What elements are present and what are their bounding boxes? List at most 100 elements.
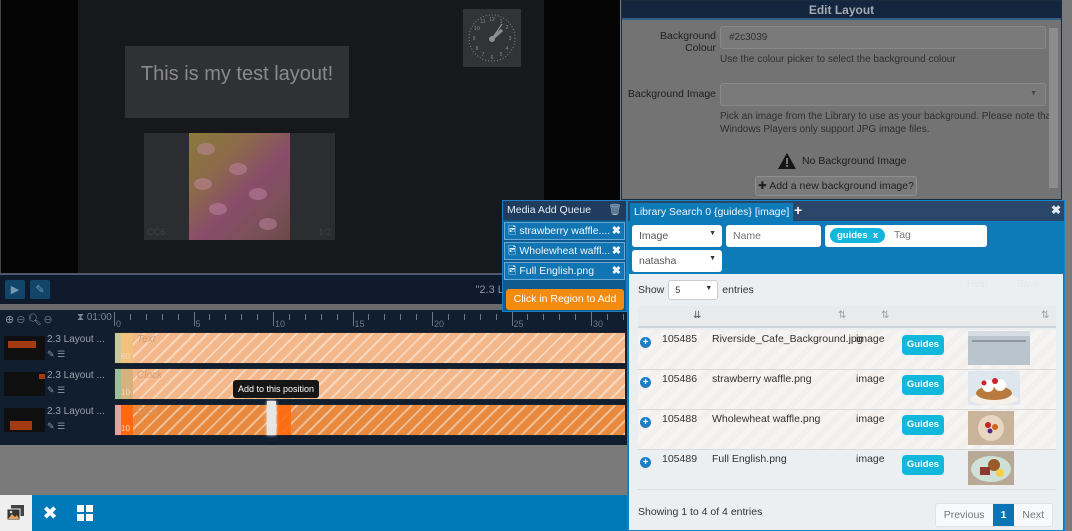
list-icon[interactable]: ☰ — [57, 385, 65, 395]
toolbar-tools-button[interactable]: ✖ — [34, 495, 66, 531]
zoom-fit-icon[interactable]: ⊖ — [43, 313, 52, 326]
ruler-tick — [352, 312, 354, 326]
add-to-queue-icon[interactable]: + — [640, 457, 651, 468]
sort-icon[interactable]: ⇅ — [881, 310, 889, 321]
widget-label[interactable]: CC6 — [137, 406, 157, 417]
tag-filter-input[interactable]: guides x Tag — [825, 225, 987, 247]
ruler-tick — [543, 314, 545, 320]
tab-library-search[interactable]: Library Search 0 {guides} [image] — [630, 203, 794, 221]
table-row[interactable]: + 105486 strawberry waffle.png image Gui… — [638, 370, 1056, 410]
trash-icon[interactable]: 🗑 — [608, 201, 622, 220]
table-row[interactable]: + 105489 Full English.png image Guides — [638, 450, 1056, 490]
page-length-select[interactable]: 5 ▼ — [668, 280, 719, 300]
layout-canvas[interactable]: This is my test layout! 12 1 2 3 4567 8 9 10 1… — [78, 0, 544, 273]
timeline-row[interactable]: 2.3 Layout ... ✎ ☰ 10 CC6 F7 — [0, 403, 628, 437]
region-image[interactable]: CC6 1/2 — [144, 133, 335, 240]
edit-icon[interactable]: ✎ — [47, 385, 55, 395]
list-icon[interactable]: ☰ — [57, 421, 65, 431]
add-bg-image-button[interactable]: ✚ Add a new background image? — [755, 176, 917, 196]
insert-position-marker[interactable] — [267, 401, 276, 435]
ruler-tick — [161, 314, 163, 320]
media-type: image — [856, 453, 885, 465]
type-filter-select[interactable]: Image ▼ — [632, 225, 722, 247]
edit-panel-scrollbar[interactable] — [1049, 28, 1058, 188]
ruler-tick — [606, 314, 608, 320]
click-region-to-add-button[interactable]: Click in Region to Add — [506, 289, 624, 310]
region-text[interactable]: This is my test layout! — [125, 46, 349, 118]
table-row[interactable]: + 105488 Wholewheat waffle.png image Gui… — [638, 410, 1056, 450]
timeline-row[interactable]: 2.3 Layout ... ✎ ☰ 60 Text — [0, 331, 628, 365]
add-to-queue-icon[interactable]: + — [640, 377, 651, 388]
zoom-out-icon[interactable]: ⊖ — [16, 313, 25, 326]
region-track[interactable]: 60 Text — [114, 332, 626, 364]
next-page-button[interactable]: Next — [1014, 504, 1052, 526]
library-search-panel: Library Search 0 {guides} [image] + ✖ Im… — [627, 200, 1065, 531]
media-thumbnail — [968, 451, 1014, 485]
region-track[interactable]: 10 Clock — [114, 368, 626, 400]
toolbar-library-button[interactable] — [0, 495, 32, 531]
ruler-tick — [463, 314, 465, 320]
tag-button[interactable]: Guides — [902, 455, 944, 475]
table-row[interactable]: + 105485 Riverside_Cafe_Background.jpg i… — [638, 330, 1056, 370]
tag-button[interactable]: Guides — [902, 415, 944, 435]
add-to-queue-icon[interactable]: + — [640, 337, 651, 348]
svg-text:2: 2 — [506, 25, 509, 31]
edit-button[interactable]: ✎ — [30, 280, 50, 299]
ruler-tick — [304, 314, 306, 320]
queue-item[interactable]: 🖻 Full English.png ✖ — [504, 262, 625, 280]
bg-image-select[interactable]: ▼ — [720, 83, 1046, 106]
owner-filter-select[interactable]: natasha ▼ — [632, 250, 722, 272]
region-thumbnail — [4, 408, 45, 432]
sort-icon[interactable]: ⇅ — [1041, 310, 1049, 321]
ruler-tick — [591, 312, 592, 326]
ruler-tick — [288, 314, 290, 320]
region-track[interactable]: 10 CC6 F7 — [114, 404, 626, 436]
remove-tag-icon[interactable]: x — [873, 230, 878, 241]
list-icon[interactable]: ☰ — [57, 349, 65, 359]
region-clock[interactable]: 12 1 2 3 4567 8 9 10 11 — [463, 9, 521, 67]
widget-label[interactable]: Clock — [137, 370, 162, 381]
name-filter-input[interactable] — [726, 225, 821, 247]
sort-asc-icon[interactable]: ⇊ — [693, 310, 701, 321]
edit-icon[interactable]: ✎ — [47, 421, 55, 431]
bg-colour-input[interactable]: #2c3039 — [720, 26, 1046, 49]
widget-label[interactable]: Text — [137, 334, 156, 345]
warning-icon — [778, 153, 796, 169]
timeline: ⊕ ⊖ 🔍︎ ⊖ ⧗ 01:00 0 5 10 15 20 25 30 2.3 Layout… — [0, 310, 628, 445]
preview-button[interactable]: ▶ — [5, 280, 25, 299]
hourglass-icon: ⧗ — [77, 312, 85, 323]
remove-icon[interactable]: ✖ — [612, 263, 621, 279]
close-icon[interactable]: ✖ — [1051, 203, 1061, 217]
duration-value: 01:00 — [86, 312, 112, 323]
ruler-label: 0 — [116, 319, 122, 329]
ruler-tick — [495, 314, 497, 320]
region-actions: ✎ ☰ — [47, 385, 65, 396]
layout-grid-icon — [77, 505, 93, 521]
toolbar-layout-button[interactable] — [69, 495, 101, 531]
remove-icon[interactable]: ✖ — [612, 243, 621, 259]
previous-page-button[interactable]: Previous — [935, 504, 993, 526]
chevron-down-icon: ▼ — [1030, 90, 1037, 97]
widget-duration: 60 — [121, 352, 130, 361]
macarons-image — [189, 133, 290, 240]
page-1-button[interactable]: 1 — [992, 504, 1015, 526]
image-file-icon: 🖻 — [508, 225, 517, 237]
add-to-queue-icon[interactable]: + — [640, 417, 651, 428]
remove-icon[interactable]: ✖ — [612, 223, 621, 239]
media-thumbnail — [968, 371, 1020, 405]
tag-button[interactable]: Guides — [902, 335, 944, 355]
zoom-reset-icon[interactable]: 🔍︎ — [27, 313, 41, 326]
add-tab-icon[interactable]: + — [794, 202, 802, 218]
svg-text:11: 11 — [480, 19, 485, 25]
workspace-background — [0, 445, 628, 495]
region-name: 2.3 Layout ... — [47, 334, 105, 345]
region-actions: ✎ ☰ — [47, 421, 65, 432]
queue-item[interactable]: 🖻 strawberry waffle.... ✖ — [504, 222, 625, 240]
edit-icon[interactable]: ✎ — [47, 349, 55, 359]
svg-text:3: 3 — [509, 36, 512, 42]
queue-item[interactable]: 🖻 Wholewheat waffl... ✖ — [504, 242, 625, 260]
sort-icon[interactable]: ⇅ — [838, 310, 846, 321]
zoom-in-icon[interactable]: ⊕ — [5, 313, 14, 326]
ruler-tick — [114, 312, 115, 326]
tag-button[interactable]: Guides — [902, 375, 944, 395]
